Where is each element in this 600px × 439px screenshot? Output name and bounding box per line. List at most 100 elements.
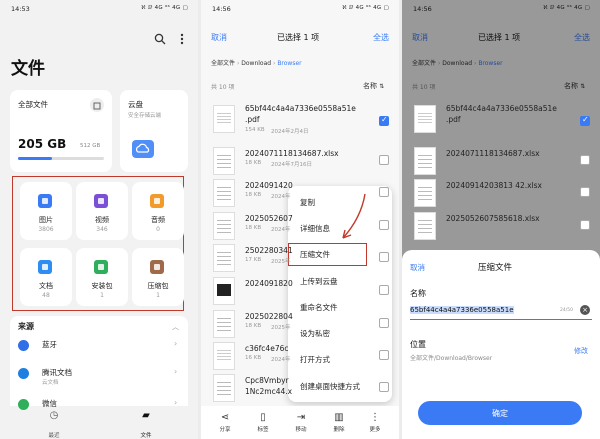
cancel-button[interactable]: 取消	[211, 32, 227, 43]
file-row[interactable]: 2024071118134687.xlsx 18 KB 2024年7月16日	[402, 145, 600, 177]
dialog-cancel-button[interactable]: 取消	[410, 262, 425, 273]
file-checkbox[interactable]	[379, 318, 389, 328]
file-checkbox[interactable]	[580, 115, 590, 126]
file-date: 2024年2月4日	[271, 129, 309, 135]
more-vertical-icon[interactable]	[180, 30, 184, 45]
file-checkbox[interactable]	[379, 382, 389, 392]
file-date: 2025年	[271, 259, 291, 265]
breadcrumb-item[interactable]: Download	[241, 60, 271, 67]
file-date: 2024年7月16日	[271, 162, 312, 168]
category-tile[interactable]: 视频 346	[76, 182, 128, 240]
file-name: 2025052607	[245, 214, 293, 223]
category-icon	[38, 260, 52, 274]
category-label: 压缩包	[147, 282, 169, 290]
file-row[interactable]: 20240914203813 42.xlsx 18 KB 2024年9月14日	[402, 177, 600, 209]
move-label: 移动	[295, 427, 307, 433]
char-count: 24/50	[560, 308, 573, 313]
menu-item[interactable]: 详细信息	[300, 223, 330, 234]
file-checkbox[interactable]	[379, 350, 389, 360]
clear-icon[interactable]: ×	[580, 305, 590, 315]
file-thumbnail	[213, 179, 235, 207]
file-date: 2024年9月14日	[472, 194, 513, 200]
tag-button[interactable]: ▯ 标签	[249, 412, 277, 433]
move-button[interactable]: ⇥ 移动	[287, 412, 315, 433]
file-checkbox[interactable]	[379, 115, 389, 126]
select-all-button[interactable]: 全选	[373, 32, 389, 43]
file-checkbox[interactable]	[379, 285, 389, 295]
breadcrumb-item[interactable]: 全部文件	[211, 60, 235, 67]
file-checkbox[interactable]	[580, 187, 590, 197]
menu-item[interactable]: 重命名文件	[300, 302, 338, 313]
file-name: 2025022804	[245, 312, 293, 321]
menu-item[interactable]: 上传到云盘	[300, 276, 338, 287]
menu-item[interactable]: 打开方式	[300, 354, 330, 365]
file-name-ext: .pdf	[245, 115, 260, 124]
modify-location-button[interactable]: 修改	[574, 346, 588, 356]
status-bar: 14:56 ℵ ⅅ 4G ⁶⁶ 4G ▢	[201, 0, 399, 16]
file-checkbox[interactable]	[580, 220, 590, 230]
breadcrumb-item[interactable]: Browser	[277, 60, 301, 67]
file-row[interactable]: 2025052607585618.xlsx 18 KB 2025年5月26日	[402, 210, 600, 242]
file-row[interactable]: 65bf44c4a4a7336e0558a51e .pdf 154 KB 2024年2…	[201, 101, 399, 141]
file-name: 65bf44c4a4a7336e0558a51e	[446, 104, 557, 113]
category-label: 安装包	[91, 282, 113, 290]
file-manager-home-screen: 14:53 ℵ ⅅ 4G ⁶⁶ 4G ▢ 文件 全部文件 205 GB 512 …	[0, 0, 198, 439]
cloud-drive-card[interactable]: 云盘 安全存储云端	[120, 90, 188, 172]
source-label: 蓝牙	[42, 340, 57, 349]
category-icon	[150, 194, 164, 208]
category-tile[interactable]: 图片 3806	[20, 182, 72, 240]
file-name: 2024091420	[245, 181, 293, 190]
search-icon[interactable]	[154, 30, 166, 45]
category-count: 346	[96, 226, 108, 233]
compress-dialog-screen: 14:56 ℵ ⅅ 4G ⁶⁶ 4G ▢ 取消 已选择 1 项 全选 全部文件 …	[402, 0, 600, 439]
file-checkbox[interactable]	[379, 220, 389, 230]
file-name: 2024071118134687.xlsx	[245, 149, 339, 158]
confirm-button[interactable]: 确定	[418, 401, 582, 425]
more-label: 更多	[369, 427, 381, 433]
menu-item[interactable]: 设为私密	[300, 328, 330, 339]
compress-dialog: 取消 压缩文件 名称 65bf44c4a4a7336e0558a51e 24/5…	[402, 250, 600, 439]
name-input[interactable]: 65bf44c4a4a7336e0558a51e 24/50 ×	[410, 304, 592, 320]
file-size: 18 KB	[245, 225, 262, 231]
menu-item[interactable]: 压缩文件	[300, 249, 330, 260]
sources-title: 来源	[18, 322, 34, 331]
share-label: 分享	[219, 427, 231, 433]
file-name: 2024071118134687.xlsx	[446, 149, 540, 158]
sort-button[interactable]: 名称 ⇅	[363, 81, 384, 91]
category-tile[interactable]: 安装包 1	[76, 248, 128, 306]
delete-button[interactable]: ▥ 删除	[325, 412, 353, 433]
storage-device-icon	[90, 98, 104, 112]
file-thumbnail	[213, 310, 235, 338]
source-item[interactable]: 腾讯文档 云文档 ›	[10, 364, 188, 388]
all-files-card[interactable]: 全部文件 205 GB 512 GB	[10, 90, 112, 172]
file-checkbox[interactable]	[379, 155, 389, 165]
file-row[interactable]: 2024071118134687.xlsx 18 KB 2024年7月16日	[201, 145, 399, 177]
source-item[interactable]: 蓝牙 ›	[10, 336, 188, 360]
file-date: 2024年2月4日	[472, 129, 510, 135]
file-name-ext: 1Nc2mc44.x	[245, 387, 293, 396]
source-icon	[18, 399, 29, 410]
menu-item[interactable]: 复制	[300, 197, 315, 208]
file-row[interactable]: 65bf44c4a4a7336e0558a51e .pdf 154 KB 2024年2…	[402, 101, 600, 141]
file-checkbox[interactable]	[379, 187, 389, 197]
nav-files-label: 文件	[140, 433, 152, 439]
category-count: 1	[100, 292, 104, 299]
category-tile[interactable]: 音频 0	[132, 182, 184, 240]
category-tile[interactable]: 压缩包 1	[132, 248, 184, 306]
file-thumbnail	[213, 342, 235, 370]
confirm-label: 确定	[492, 409, 508, 418]
category-tile[interactable]: 文档 48	[20, 248, 72, 306]
breadcrumb: 全部文件 › Download › Browser	[211, 58, 302, 67]
menu-item[interactable]: 创建桌面快捷方式	[300, 381, 360, 392]
dialog-title: 压缩文件	[478, 263, 513, 273]
file-thumbnail	[213, 147, 235, 175]
file-name: c36fc4e76c	[245, 344, 289, 353]
file-checkbox[interactable]	[379, 252, 389, 262]
file-name: 2025052607585618.xlsx	[446, 214, 540, 223]
more-button[interactable]: ⋮ 更多	[361, 412, 389, 433]
chevron-up-icon[interactable]: ︿	[172, 322, 179, 332]
share-button[interactable]: ⋖ 分享	[211, 412, 239, 433]
source-item[interactable]: 微信 ›	[10, 395, 188, 419]
file-checkbox[interactable]	[580, 155, 590, 165]
cloud-label: 云盘	[128, 100, 143, 109]
